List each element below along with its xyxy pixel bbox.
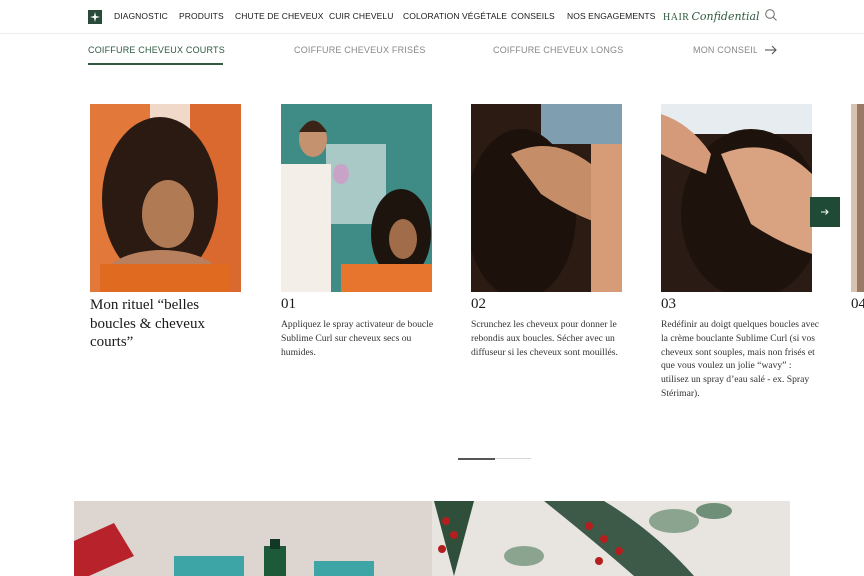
tab-coiffure-cheveux-longs[interactable]: COIFFURE CHEVEUX LONGS [493, 45, 623, 55]
step-1-image [281, 104, 432, 292]
hair-confidential-script: Confidential [691, 10, 760, 23]
nav-item-coloration-vegetale[interactable]: COLORATION VÉGÉTALE [403, 11, 507, 21]
step-number: 01 [281, 296, 296, 312]
step-number: 03 [661, 296, 676, 312]
tab-mon-conseil[interactable]: MON CONSEIL [693, 45, 757, 55]
leaf-emblem-icon[interactable] [88, 10, 102, 24]
carousel-progress-fill [458, 457, 495, 460]
search-icon[interactable] [764, 8, 778, 22]
step-description: Redéfinir au doigt quelques boucles avec… [661, 319, 819, 399]
hair-confidential-hair: HAIR [663, 12, 690, 23]
carousel-progress-track [458, 457, 531, 460]
step-description: Appliquez le spray activateur de boucle … [281, 319, 434, 358]
active-tab-indicator [88, 63, 223, 65]
step-number: 02 [471, 296, 486, 312]
step-2-image [471, 104, 622, 292]
tab-coiffure-cheveux-courts[interactable]: COIFFURE CHEVEUX COURTS [88, 45, 225, 55]
tab-mon-conseil-clip: MON CONSEIL [693, 40, 757, 60]
nav-item-nos-engagements[interactable]: NOS ENGAGEMENTS [567, 11, 655, 21]
step-description: Scrunchez les cheveux pour donner le reb… [471, 319, 618, 358]
holiday-banner-image [74, 501, 790, 576]
nav-item-chute-de-cheveux[interactable]: CHUTE DE CHEVEUX [235, 11, 324, 21]
step-4-image [851, 104, 864, 292]
chevron-right-icon [821, 209, 829, 215]
arrow-right-icon[interactable] [764, 44, 778, 56]
nav-item-produits[interactable]: PRODUITS [179, 11, 224, 21]
nav-item-conseils[interactable]: CONSEILS [511, 11, 555, 21]
step-3-image [661, 104, 812, 292]
tab-coiffure-cheveux-frises[interactable]: COIFFURE CHEVEUX FRISÉS [294, 45, 426, 55]
step-number: 04 [851, 296, 864, 312]
carousel-next-button[interactable] [810, 197, 840, 227]
ritual-title: Mon rituel “belles boucles & cheveux cou… [90, 297, 205, 350]
ritual-cover-image [90, 104, 241, 292]
top-navigation: DIAGNOSTIC PRODUITS CHUTE DE CHEVEUX CUI… [0, 0, 864, 34]
hair-confidential-link[interactable]: HAIR Confidential [663, 7, 760, 25]
nav-item-diagnostic[interactable]: DIAGNOSTIC [114, 11, 168, 21]
nav-item-cuir-chevelu[interactable]: CUIR CHEVELU [329, 11, 394, 21]
